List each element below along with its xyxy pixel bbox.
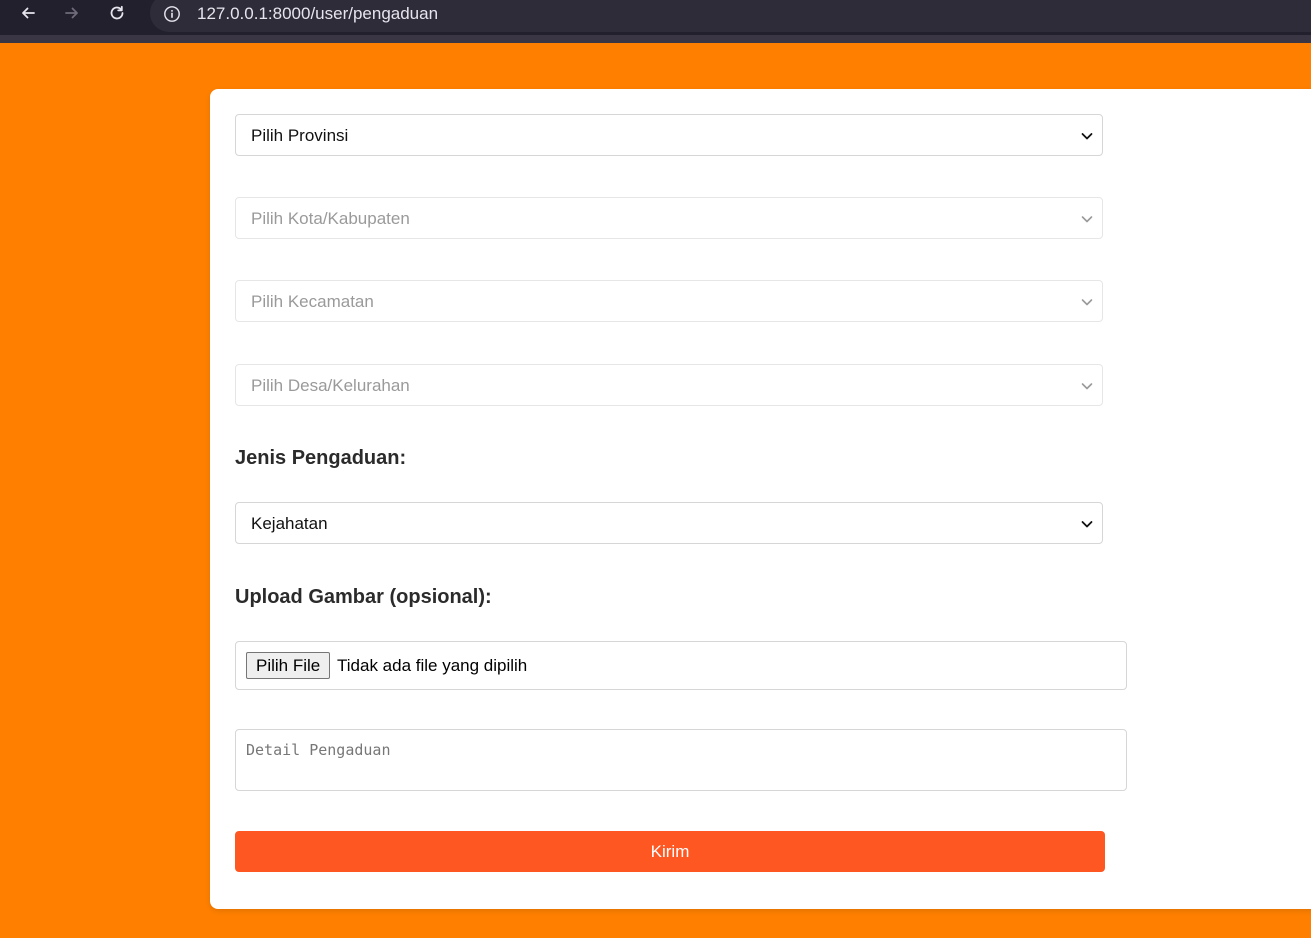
chevron-down-icon <box>1081 216 1093 223</box>
url-text[interactable]: 127.0.0.1:8000/user/pengaduan <box>197 4 438 24</box>
toolbar-divider <box>0 35 1311 43</box>
kecamatan-select[interactable]: Pilih Kecamatan <box>235 280 1103 322</box>
jenis-pengaduan-label: Jenis Pengaduan: <box>235 447 407 469</box>
kirim-button[interactable]: Kirim <box>235 831 1105 872</box>
chevron-down-icon <box>1081 383 1093 390</box>
arrow-left-icon <box>22 7 35 19</box>
kota-select-value: Pilih Kota/Kabupaten <box>251 209 410 228</box>
jenis-pengaduan-value: Kejahatan <box>251 514 328 533</box>
upload-gambar-label: Upload Gambar (opsional): <box>235 586 492 608</box>
detail-pengaduan-placeholder: Detail Pengaduan <box>246 741 391 759</box>
browser-toolbar: 127.0.0.1:8000/user/pengaduan <box>0 0 1311 43</box>
site-info-button[interactable] <box>162 4 182 24</box>
detail-pengaduan-textarea[interactable]: Detail Pengaduan <box>235 729 1127 791</box>
desa-select-value: Pilih Desa/Kelurahan <box>251 376 410 395</box>
provinsi-select[interactable]: Pilih Provinsi <box>235 114 1103 156</box>
kecamatan-select-value: Pilih Kecamatan <box>251 292 374 311</box>
file-status-text: Tidak ada file yang dipilih <box>337 656 528 675</box>
jenis-pengaduan-select[interactable]: Kejahatan <box>235 502 1103 544</box>
arrow-right-icon <box>65 7 78 19</box>
file-upload-field[interactable]: Pilih File Tidak ada file yang dipilih <box>235 641 1127 690</box>
provinsi-select-value: Pilih Provinsi <box>251 126 349 145</box>
kota-select[interactable]: Pilih Kota/Kabupaten <box>235 197 1103 239</box>
desa-select[interactable]: Pilih Desa/Kelurahan <box>235 364 1103 406</box>
reload-button[interactable] <box>106 2 128 24</box>
reload-icon <box>110 5 124 20</box>
choose-file-button[interactable]: Pilih File <box>246 652 331 679</box>
info-icon <box>164 6 180 22</box>
chevron-down-icon <box>1081 521 1093 528</box>
chevron-down-icon <box>1081 133 1093 140</box>
complaint-form-card: Pilih Provinsi Pilih Kota/Kabupaten Pili… <box>210 89 1311 909</box>
chevron-down-icon <box>1081 299 1093 306</box>
back-button[interactable] <box>17 2 39 24</box>
forward-button[interactable] <box>61 2 83 24</box>
